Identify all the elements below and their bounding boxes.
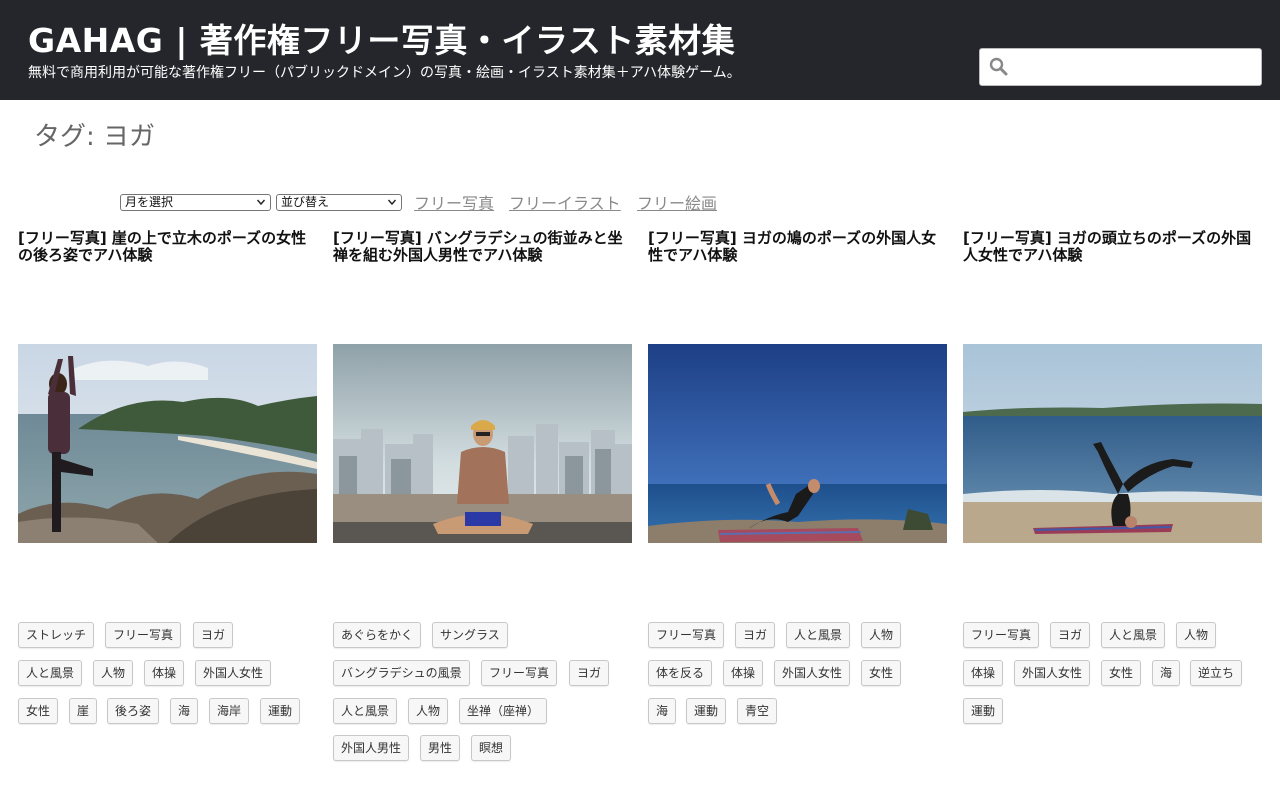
tag-link[interactable]: 青空 (737, 698, 778, 724)
tag-link[interactable]: 男性 (420, 735, 461, 761)
tag-link[interactable]: 崖 (69, 698, 98, 724)
tag-link[interactable]: フリー写真 (648, 622, 725, 648)
tag-link[interactable]: 体操 (963, 660, 1004, 686)
archive-title: タグ: ヨガ (34, 122, 156, 152)
tag-link[interactable]: 外国人男性 (333, 735, 410, 761)
tag-link[interactable]: サングラス (432, 622, 508, 648)
tag-link[interactable]: 女性 (861, 660, 902, 686)
search-icon (989, 57, 1008, 76)
search-box[interactable] (979, 48, 1262, 86)
tag-link[interactable]: 体を反る (648, 660, 713, 686)
chevron-down-icon (256, 199, 266, 206)
site-header: GAHAG | 著作権フリー写真・イラスト素材集 無料で商用利用が可能な著作権フ… (0, 0, 1280, 100)
tag-link[interactable]: 海岸 (209, 698, 250, 724)
chevron-down-icon (387, 199, 397, 206)
tag-link[interactable]: ストレッチ (18, 622, 95, 648)
search-input[interactable] (1010, 53, 1254, 81)
tag-link[interactable]: 人と風景 (1101, 622, 1166, 648)
tag-link[interactable]: 人と風景 (18, 660, 83, 686)
tag-link[interactable]: 体操 (144, 660, 185, 686)
tag-link[interactable]: 女性 (18, 698, 59, 724)
post-title[interactable]: [フリー写真] 崖の上で立木のポーズの女性の後ろ姿でアハ体験 (18, 230, 318, 264)
tag-link[interactable]: 海 (648, 698, 677, 724)
tag-link[interactable]: 瞑想 (471, 735, 512, 761)
tag-link[interactable]: 運動 (963, 698, 1004, 724)
tag-link[interactable]: ヨガ (569, 660, 610, 686)
woman-headstand-beach-photo[interactable] (963, 344, 1262, 543)
tag-link[interactable]: 坐禅（座禅） (459, 698, 548, 724)
tag-link[interactable]: ヨガ (1050, 622, 1091, 648)
tag-link[interactable]: 逆立ち (1190, 660, 1243, 686)
tag-link[interactable]: 運動 (260, 698, 301, 724)
tag-link[interactable]: 人物 (1176, 622, 1217, 648)
sort-select-value: 並び替え (281, 195, 330, 209)
tag-link[interactable]: フリー写真 (105, 622, 182, 648)
woman-pigeon-pose-seaside-photo[interactable] (648, 344, 947, 543)
man-meditating-city-rooftop-photo[interactable] (333, 344, 632, 543)
tag-link[interactable]: ヨガ (193, 622, 234, 648)
month-select-value: 月を選択 (125, 195, 174, 209)
tag-link[interactable]: 体操 (723, 660, 764, 686)
tag-link[interactable]: 海 (170, 698, 199, 724)
tag-link[interactable]: バングラデシュの風景 (333, 660, 470, 686)
tag-link[interactable]: 海 (1152, 660, 1181, 686)
tag-link[interactable]: 人と風景 (786, 622, 851, 648)
tag-link[interactable]: 外国人女性 (195, 660, 272, 686)
tag-link[interactable]: 人物 (861, 622, 902, 648)
tag-link[interactable]: フリー写真 (481, 660, 558, 686)
tag-link[interactable]: あぐらをかく (333, 622, 422, 648)
sort-select[interactable]: 並び替え (276, 194, 402, 211)
filter-link-free-illustration[interactable]: フリーイラスト (509, 190, 621, 214)
post-title[interactable]: [フリー写真] バングラデシュの街並みと坐禅を組む外国人男性でアハ体験 (333, 230, 633, 264)
tag-link[interactable]: 人物 (93, 660, 134, 686)
tag-link[interactable]: 人と風景 (333, 698, 398, 724)
filter-link-free-photo[interactable]: フリー写真 (414, 190, 494, 214)
site-description: 無料で商用利用が可能な著作権フリー（パブリックドメイン）の写真・絵画・イラスト素… (28, 65, 741, 81)
filter-link-free-painting[interactable]: フリー絵画 (637, 190, 717, 214)
post-title[interactable]: [フリー写真] ヨガの鳩のポーズの外国人女性でアハ体験 (648, 230, 948, 264)
month-select[interactable]: 月を選択 (120, 194, 271, 211)
woman-tree-pose-on-cliff-photo[interactable] (18, 344, 317, 543)
tag-link[interactable]: 外国人女性 (1014, 660, 1091, 686)
tag-link[interactable]: 女性 (1101, 660, 1142, 686)
tag-link[interactable]: 運動 (686, 698, 727, 724)
post-title[interactable]: [フリー写真] ヨガの頭立ちのポーズの外国人女性でアハ体験 (963, 230, 1263, 264)
tag-link[interactable]: ヨガ (735, 622, 776, 648)
tag-link[interactable]: 人物 (408, 698, 449, 724)
tag-link[interactable]: 外国人女性 (774, 660, 851, 686)
site-title[interactable]: GAHAG | 著作権フリー写真・イラスト素材集 (28, 14, 735, 62)
tag-link[interactable]: 後ろ姿 (107, 698, 160, 724)
tag-link[interactable]: フリー写真 (963, 622, 1040, 648)
